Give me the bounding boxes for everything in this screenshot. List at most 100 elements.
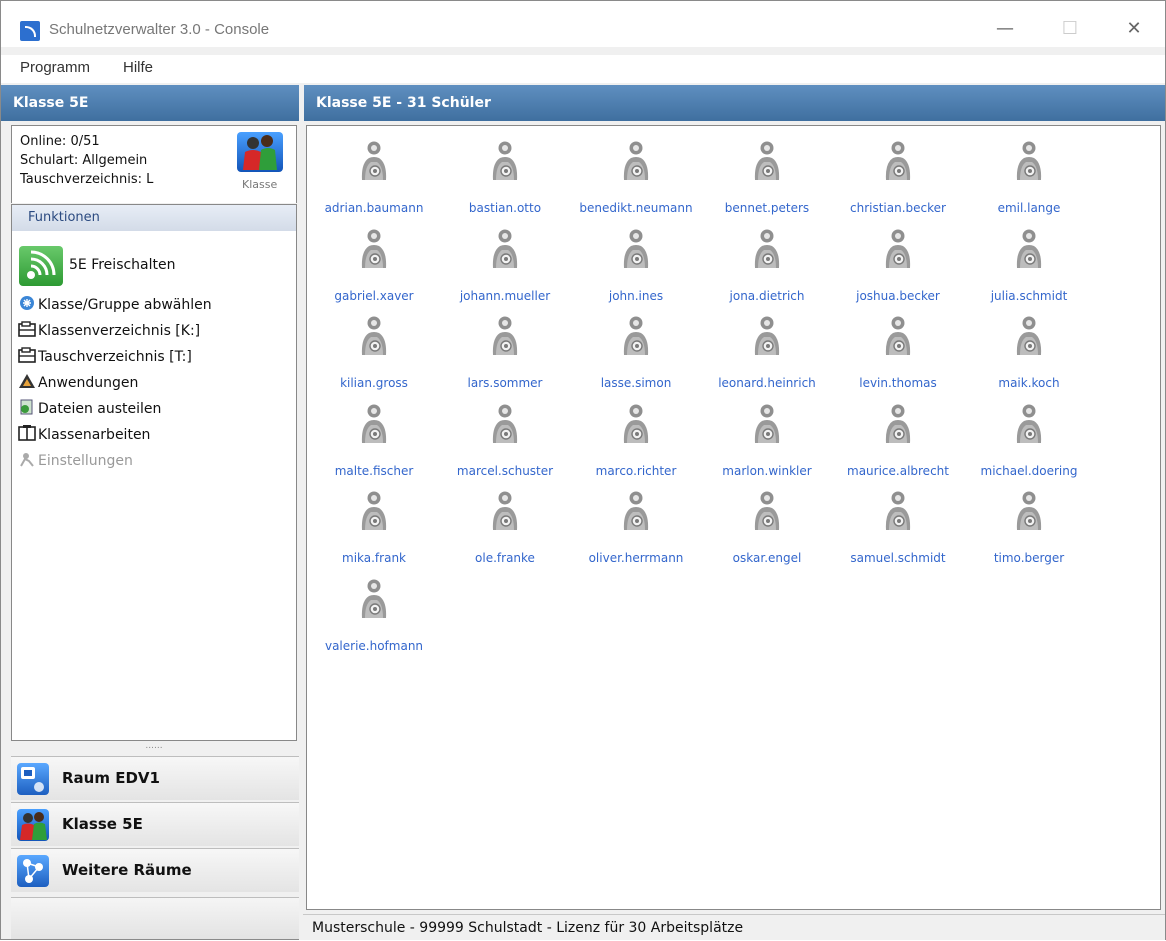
student-item[interactable]: mika.frank [309, 479, 439, 565]
student-name: john.ines [608, 288, 664, 303]
maximize-button[interactable]: ☐ [1050, 15, 1090, 43]
minimize-button[interactable]: — [985, 15, 1025, 43]
window-title: Schulnetzverwalter 3.0 - Console [49, 21, 270, 38]
student-name: bennet.peters [724, 201, 810, 215]
function-label: Anwendungen [38, 375, 139, 391]
student-name: mika.frank [342, 551, 406, 565]
student-name: marco.richter [595, 463, 677, 478]
student-name: lars.sommer [467, 376, 543, 390]
nav-splitter-handle[interactable]: ...... [11, 741, 297, 755]
student-item[interactable]: malte.fischer [309, 392, 439, 478]
student-name: bastian.otto [468, 201, 542, 215]
menu-bar: Programm Hilfe [1, 55, 1165, 83]
student-name: marcel.schuster [456, 463, 554, 478]
network-icon [17, 855, 49, 887]
student-item[interactable]: marlon.winkler [702, 392, 832, 478]
student-item[interactable]: bastian.otto [440, 129, 570, 215]
student-item[interactable]: kilian.gross [309, 304, 439, 390]
student-item[interactable]: gabriel.xaver [309, 217, 439, 303]
student-item[interactable]: samuel.schmidt [833, 479, 963, 565]
student-item[interactable]: christian.becker [833, 129, 963, 215]
function-exams[interactable]: Klassenarbeiten [18, 425, 150, 443]
function-label: Klassenarbeiten [38, 427, 151, 443]
wireless-unlock-icon[interactable] [19, 246, 63, 286]
function-applications[interactable]: Anwendungen [18, 373, 138, 391]
student-name: maik.koch [998, 376, 1060, 390]
student-item[interactable]: jona.dietrich [702, 217, 832, 303]
student-item[interactable]: adrian.baumann [309, 129, 439, 215]
app-window: Schulnetzverwalter 3.0 - Console — ☐ ✕ P… [0, 0, 1166, 940]
student-item[interactable]: michael.doering [964, 392, 1094, 478]
function-settings[interactable]: Einstellungen [18, 451, 133, 469]
class-icon [17, 809, 49, 841]
folder-drive-icon [18, 321, 36, 337]
student-item[interactable]: valerie.hofmann [309, 567, 439, 653]
function-distribute-files[interactable]: Dateien austeilen [18, 399, 161, 417]
class-icon-caption: Klasse [242, 178, 278, 191]
nav-label: Klasse 5E [62, 815, 143, 833]
student-item[interactable]: maik.koch [964, 304, 1094, 390]
student-item[interactable]: emil.lange [964, 129, 1094, 215]
nav-room-edv1[interactable]: Raum EDV1 [11, 756, 299, 800]
student-name: kilian.gross [340, 376, 408, 390]
student-item[interactable]: oskar.engel [702, 479, 832, 565]
nav-label: Raum EDV1 [62, 769, 160, 787]
left-panel-header: Klasse 5E [1, 85, 299, 121]
student-name: lasse.simon [600, 376, 672, 390]
student-item[interactable]: joshua.becker [833, 217, 963, 303]
student-item[interactable]: marco.richter [571, 392, 701, 478]
folder-drive-icon [18, 347, 36, 363]
room-icon [17, 763, 49, 795]
online-count: Online: 0/51 [20, 134, 100, 149]
student-item[interactable]: timo.berger [964, 479, 1094, 565]
student-name: emil.lange [997, 201, 1061, 215]
student-item[interactable]: johann.mueller [440, 217, 570, 303]
student-item[interactable]: maurice.albrecht [833, 392, 963, 478]
function-label: Klassenverzeichnis [K:] [38, 323, 201, 339]
student-name: samuel.schmidt [850, 551, 946, 565]
student-name: valerie.hofmann [324, 638, 424, 653]
student-name: oskar.engel [732, 551, 802, 565]
student-item[interactable]: bennet.peters [702, 129, 832, 215]
student-name: michael.doering [980, 463, 1078, 478]
nav-label: Weitere Räume [62, 861, 192, 879]
student-name: maurice.albrecht [847, 463, 949, 478]
student-item[interactable]: levin.thomas [833, 304, 963, 390]
student-item[interactable]: john.ines [571, 217, 701, 303]
menu-programm[interactable]: Programm [20, 59, 90, 76]
function-deselect-class[interactable]: Klasse/Gruppe abwählen [18, 295, 212, 313]
student-item[interactable]: ole.franke [440, 479, 570, 565]
schulart-label: Schulart: Allgemein [20, 153, 148, 168]
student-item[interactable]: marcel.schuster [440, 392, 570, 478]
function-label: Klasse/Gruppe abwählen [38, 297, 212, 313]
unlock-class-button[interactable]: 5E Freischalten [69, 257, 176, 273]
student-name: timo.berger [993, 551, 1065, 565]
student-name: benedikt.neumann [579, 201, 693, 215]
settings-icon [18, 451, 36, 467]
nav-class-5e[interactable]: Klasse 5E [11, 802, 299, 846]
student-item[interactable]: benedikt.neumann [571, 129, 701, 215]
student-item[interactable]: oliver.herrmann [571, 479, 701, 565]
student-item[interactable]: julia.schmidt [964, 217, 1094, 303]
distribute-files-icon [18, 399, 36, 415]
title-bar: Schulnetzverwalter 3.0 - Console — ☐ ✕ [1, 1, 1165, 47]
student-name: malte.fischer [334, 463, 414, 478]
close-button[interactable]: ✕ [1114, 15, 1154, 43]
nav-footer [11, 897, 299, 939]
function-label: Tauschverzeichnis [T:] [38, 349, 192, 365]
student-item[interactable]: lasse.simon [571, 304, 701, 390]
main-panel-header: Klasse 5E - 31 Schüler [304, 85, 1165, 121]
panel-splitter[interactable] [299, 85, 305, 940]
function-exchange-folder[interactable]: Tauschverzeichnis [T:] [18, 347, 192, 365]
menu-hilfe[interactable]: Hilfe [123, 59, 153, 76]
student-item[interactable]: leonard.heinrich [702, 304, 832, 390]
student-name: johann.mueller [459, 288, 551, 303]
function-label: Einstellungen [38, 453, 133, 469]
nav-more-rooms[interactable]: Weitere Räume [11, 848, 299, 892]
student-item[interactable]: lars.sommer [440, 304, 570, 390]
student-name: levin.thomas [859, 376, 937, 390]
functions-panel: 5E Freischalten Klasse/Gruppe abwählen K… [11, 231, 297, 741]
exam-icon [18, 425, 36, 441]
student-name: joshua.becker [856, 288, 940, 303]
function-class-folder[interactable]: Klassenverzeichnis [K:] [18, 321, 200, 339]
